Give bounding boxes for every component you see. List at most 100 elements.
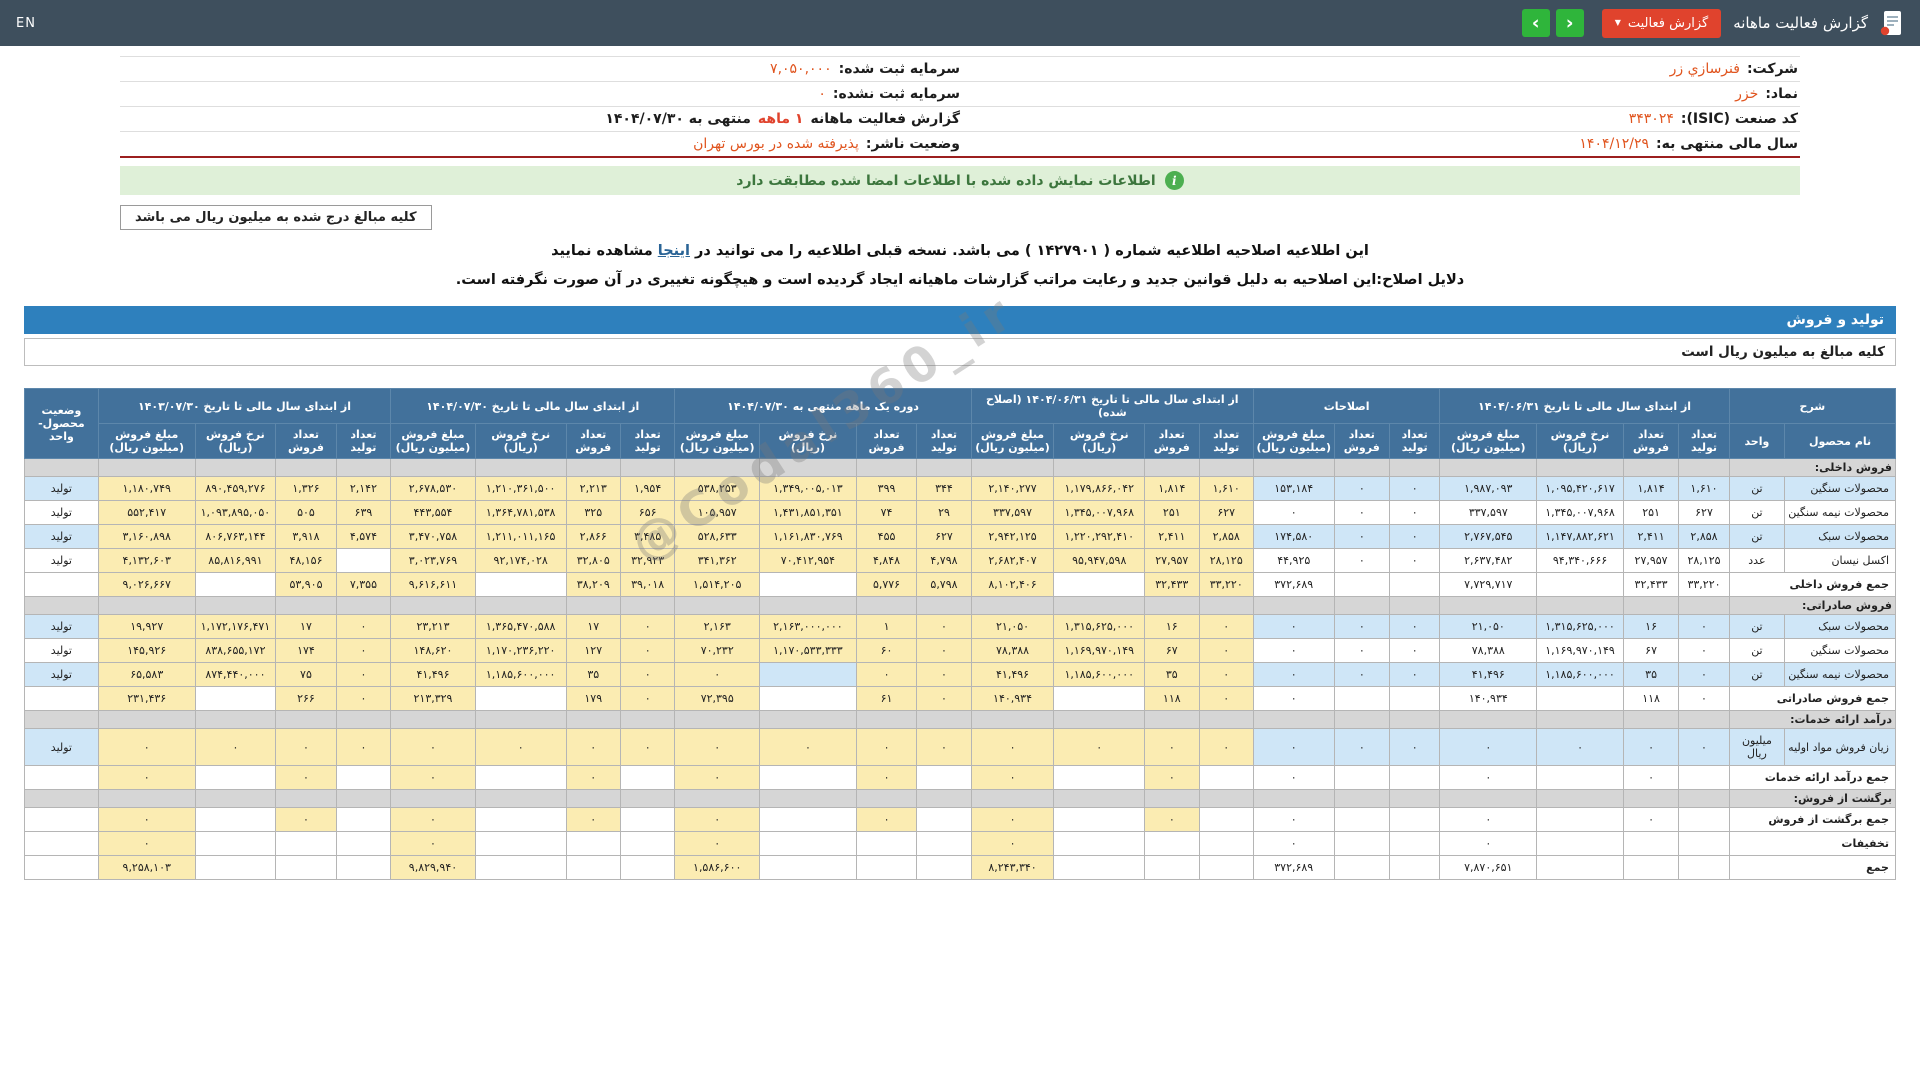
value-cell — [1198, 458, 1254, 477]
total-row: جمع فروش داخلی ۳۳,۲۲۰ ۳۲,۴۳۳ ۷,۷۲۹,۷۱۷ ۳۷۲,۶… — [24, 572, 1897, 597]
value-cell: ۱,۳۴۵,۰۰۷,۹۶۸ — [1536, 500, 1624, 525]
value-cell — [759, 855, 857, 880]
production-sales-table: شرح از ابتدای سال مالی تا تاریخ ۱۴۰۴/۰۶/۳… — [24, 388, 1897, 880]
value-cell — [759, 458, 857, 477]
status-cell: تولید — [24, 638, 99, 663]
company-field: شرکت: فنرسازي زر — [960, 61, 1798, 77]
value-cell — [1678, 596, 1730, 615]
value-cell: ۰ — [1144, 765, 1200, 790]
value-cell — [1678, 831, 1730, 856]
value-cell — [855, 831, 918, 856]
value-cell: ۱,۹۵۴ — [619, 476, 676, 501]
total-row: تخفیفات ۰ ۰ ۰ ۰ ۰ ۰ — [24, 831, 1897, 856]
value-cell: ۰ — [1388, 476, 1441, 501]
value-cell — [1536, 807, 1624, 832]
value-cell: ۱۷ — [275, 614, 337, 639]
value-cell: ۰ — [97, 807, 196, 832]
language-toggle[interactable]: EN — [16, 16, 36, 31]
value-cell: ۳۵ — [1622, 662, 1680, 687]
value-cell: ۰ — [674, 662, 761, 687]
value-cell — [970, 789, 1055, 808]
value-cell — [1144, 458, 1200, 477]
value-cell — [1333, 831, 1391, 856]
value-cell: ۳۲,۴۳۳ — [1144, 572, 1200, 597]
value-cell: ۰ — [674, 807, 761, 832]
value-cell — [390, 458, 476, 477]
value-cell — [1622, 831, 1680, 856]
report-period-field: گزارش فعالیت ماهانه ۱ ماهه منتهی به ۱۴۰۴… — [122, 111, 960, 127]
section-label-cell: درآمد ارائه خدمات: — [1728, 710, 1897, 729]
symbol-link[interactable]: خزر — [1735, 86, 1758, 102]
value-cell — [1053, 596, 1146, 615]
value-cell — [1439, 710, 1538, 729]
status-cell — [24, 710, 99, 729]
value-cell — [1333, 765, 1391, 790]
value-cell: ۷۸,۳۸۸ — [1439, 638, 1538, 663]
table-row: محصولات نیمه سنگین تن ۶۲۷ ۲۵۱ ۱,۳۴۵,۰۰۷,۹۶۸ ۳… — [24, 500, 1896, 525]
value-cell: ۹۵,۹۴۷,۵۹۸ — [1053, 548, 1146, 573]
value-cell — [194, 807, 277, 832]
value-cell: ۰ — [970, 728, 1055, 766]
report-type-button[interactable]: گزارش فعالیت ▼ — [1601, 8, 1722, 38]
unit-cell: میلیون ریال — [1728, 728, 1786, 766]
value-cell: ۱,۵۱۴,۲۰۵ — [674, 572, 761, 597]
value-cell — [1333, 807, 1391, 832]
value-cell: ۹۴,۳۴۰,۶۶۶ — [1536, 548, 1624, 573]
value-cell: ۲,۱۶۳,۰۰۰,۰۰۰ — [759, 614, 857, 639]
value-cell: ۱,۵۸۶,۶۰۰ — [674, 855, 761, 880]
value-cell: ۱۴۰,۹۳۴ — [970, 686, 1055, 711]
value-cell: ۰ — [390, 831, 476, 856]
prev-report-button[interactable]: ‹ — [1521, 9, 1550, 37]
value-cell: ۰ — [1678, 662, 1730, 687]
value-cell: ۴۱,۴۹۶ — [390, 662, 476, 687]
value-cell — [97, 458, 196, 477]
value-cell: ۰ — [390, 765, 476, 790]
value-cell: ۶۳۹ — [335, 500, 392, 525]
value-cell: ۲,۲۱۳ — [565, 476, 621, 501]
value-cell: ۵,۷۷۶ — [855, 572, 918, 597]
value-cell: ۰ — [619, 662, 676, 687]
value-cell: ۰ — [1333, 500, 1391, 525]
company-link[interactable]: فنرسازي زر — [1670, 61, 1740, 77]
value-cell — [1388, 596, 1441, 615]
value-cell: ۰ — [1388, 638, 1441, 663]
value-cell: ۱۹,۹۲۷ — [97, 614, 196, 639]
symbol-field: نماد: خزر — [960, 86, 1798, 102]
value-cell: ۶۷ — [1622, 638, 1680, 663]
next-report-button[interactable]: › — [1555, 9, 1584, 37]
value-cell — [1198, 596, 1254, 615]
value-cell — [674, 458, 761, 477]
value-cell: ۰ — [1678, 638, 1730, 663]
value-cell — [1333, 596, 1391, 615]
value-cell: ۱,۱۷۰,۵۳۳,۳۳۳ — [759, 638, 857, 663]
value-cell: ۲,۴۱۱ — [1144, 524, 1200, 549]
status-cell: تولید — [24, 662, 99, 687]
value-cell: ۳۹,۰۱۸ — [619, 572, 676, 597]
value-cell: ۸,۱۰۲,۴۰۶ — [970, 572, 1055, 597]
previous-version-link[interactable]: اینجا — [658, 243, 690, 259]
value-cell: ۰ — [1252, 831, 1335, 856]
value-cell — [916, 710, 972, 729]
top-header-bar: گزارش فعالیت ماهانه گزارش فعالیت ▼ ‹ › E… — [0, 0, 1920, 46]
value-cell: ۱,۴۳۱,۸۵۱,۳۵۱ — [759, 500, 857, 525]
value-cell — [759, 710, 857, 729]
value-cell — [474, 765, 567, 790]
column-header: نرخ فروش (ریال) — [1053, 423, 1146, 459]
unregistered-capital-field: سرمایه ثبت نشده: ۰ — [122, 86, 960, 102]
value-cell — [1678, 789, 1730, 808]
value-cell: ۷۵ — [275, 662, 337, 687]
value-cell — [1333, 855, 1391, 880]
value-cell — [1198, 807, 1254, 832]
value-cell — [1536, 789, 1624, 808]
value-cell — [335, 710, 392, 729]
value-cell: ۹۲,۱۷۴,۰۲۸ — [474, 548, 567, 573]
table-row: محصولات سنگین تن ۱,۶۱۰ ۱,۸۱۴ ۱,۰۹۵,۴۲۰,۶۱۷ ۱,… — [24, 476, 1896, 501]
value-cell: ۲,۶۸۲,۴۰۷ — [970, 548, 1055, 573]
value-cell — [1622, 596, 1680, 615]
value-cell: ۸۷۴,۴۴۰,۰۰۰ — [194, 662, 277, 687]
amounts-note-box: کلیه مبالغ درج شده به میلیون ریال می باش… — [120, 205, 1800, 230]
value-cell: ۶۵,۵۸۳ — [97, 662, 196, 687]
value-cell: ۱,۲۲۰,۲۹۲,۴۱۰ — [1053, 524, 1146, 549]
value-cell — [474, 855, 567, 880]
column-header: تعداد تولید — [1198, 423, 1254, 459]
